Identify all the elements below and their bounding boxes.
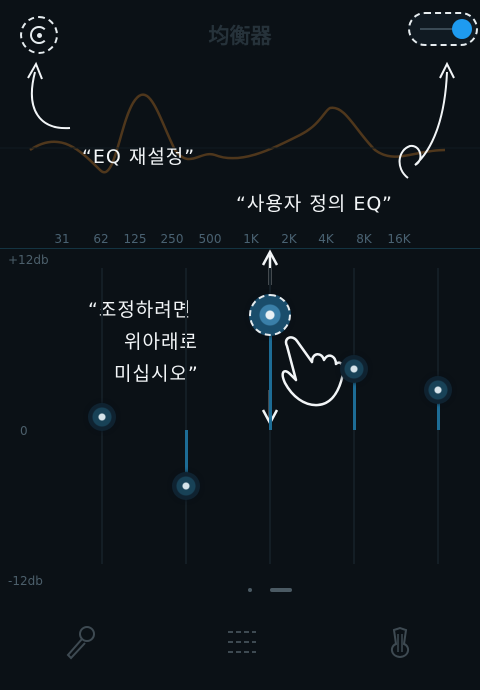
microphone-icon[interactable] <box>60 622 100 662</box>
equalizer-sliders-icon[interactable] <box>222 622 262 662</box>
guitar-icon[interactable] <box>380 622 420 662</box>
page-indicator-dot[interactable] <box>248 588 252 592</box>
eq-slider-area <box>0 0 480 690</box>
slider-thumb-62[interactable] <box>88 402 116 431</box>
slider-thumb-16K[interactable] <box>424 375 452 404</box>
slider-thumb-8K[interactable] <box>340 355 368 384</box>
page-indicator-active[interactable] <box>270 588 292 592</box>
slider-thumb-250[interactable] <box>172 472 200 501</box>
slider-thumb-1K[interactable] <box>249 294 291 337</box>
